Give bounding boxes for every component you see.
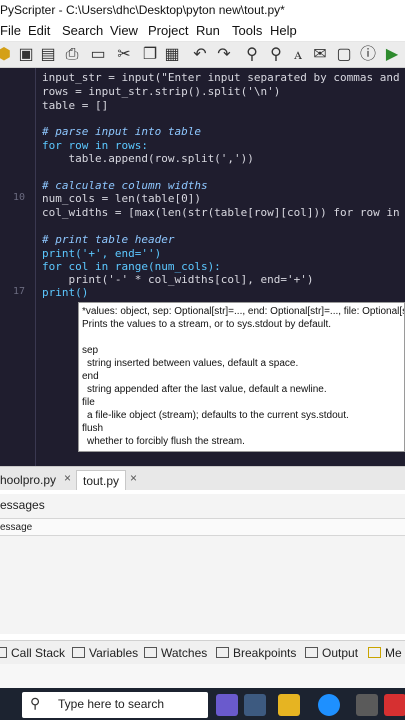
hint-param-desc: a file-like object (stream); defaults to… xyxy=(87,410,349,421)
code-line: table = [] xyxy=(42,99,109,112)
menu-bar: File Edit Search View Project Run Tools … xyxy=(0,20,405,42)
code-line: input_str = input("Enter input separated… xyxy=(42,71,405,84)
menu-edit[interactable]: Edit xyxy=(28,20,50,42)
save-icon[interactable]: ▣ xyxy=(16,45,36,65)
line-number: 17 xyxy=(12,286,25,297)
tab-variables[interactable]: Variables xyxy=(72,644,138,662)
edge-icon[interactable] xyxy=(318,694,340,716)
app-icon[interactable] xyxy=(216,694,238,716)
cut-icon[interactable]: ✂ xyxy=(114,45,134,65)
close-tab-icon[interactable]: × xyxy=(130,471,137,485)
output-icon xyxy=(305,647,318,658)
undo-icon[interactable]: ↶ xyxy=(190,45,210,65)
line-gutter: 10 17 xyxy=(0,68,36,466)
menu-project[interactable]: Project xyxy=(148,20,188,42)
windows-taskbar: ⚲ Type here to search xyxy=(0,688,405,720)
search-placeholder: Type here to search xyxy=(58,697,165,711)
close-tab-icon[interactable]: × xyxy=(64,471,71,485)
print-icon[interactable]: ⎙ xyxy=(62,45,82,65)
hint-param-desc: string inserted between values, default … xyxy=(87,358,299,369)
messages-column-header[interactable]: essage xyxy=(0,518,405,536)
menu-run[interactable]: Run xyxy=(196,20,220,42)
code-line: num_cols = len(table[0]) xyxy=(42,192,201,205)
menu-file[interactable]: File xyxy=(0,20,21,42)
tab-watches[interactable]: Watches xyxy=(144,644,207,662)
line-number: 10 xyxy=(12,192,25,203)
signature-hint-popup: *values: object, sep: Optional[str]=...,… xyxy=(78,302,405,452)
hint-signature: *values: object, sep: Optional[str]=...,… xyxy=(82,306,405,317)
menu-search[interactable]: Search xyxy=(62,20,103,42)
tab-call-stack[interactable]: Call Stack xyxy=(0,644,65,662)
bookmark-icon[interactable]: ✉ xyxy=(310,45,330,65)
code-line: print('-' * col_widths[col], end='+') xyxy=(42,273,314,286)
hint-param-desc: string appended after the last value, de… xyxy=(87,384,327,395)
menu-help[interactable]: Help xyxy=(270,20,297,42)
messages-icon xyxy=(368,647,381,658)
window-title: PyScripter - C:\Users\dhc\Desktop\pyton … xyxy=(0,0,405,20)
variables-icon xyxy=(72,647,85,658)
replace-icon[interactable]: ꭺ xyxy=(288,45,308,65)
search-icon: ⚲ xyxy=(30,695,41,711)
menu-tools[interactable]: Tools xyxy=(232,20,262,42)
copy-icon[interactable]: ❐ xyxy=(140,45,160,65)
code-line: for col in range(num_cols): xyxy=(42,260,221,273)
hint-param-desc: whether to forcibly flush the stream. xyxy=(87,436,245,447)
run-icon[interactable]: ▢ xyxy=(334,45,354,65)
tab-output[interactable]: Output xyxy=(305,644,358,662)
tab-breakpoints[interactable]: Breakpoints xyxy=(216,644,296,662)
app-icon[interactable] xyxy=(356,694,378,716)
pyscripter-taskbar-icon[interactable] xyxy=(244,694,266,716)
messages-title: essages xyxy=(0,498,45,512)
hint-summary: Prints the values to a stream, or to sys… xyxy=(82,319,332,330)
code-line: print('+', end='') xyxy=(42,247,162,260)
info-icon[interactable]: ⓘ xyxy=(358,45,378,65)
file-explorer-icon[interactable] xyxy=(278,694,300,716)
python-icon[interactable]: ⬢ xyxy=(0,45,14,65)
watches-icon xyxy=(144,647,157,658)
tab-messages[interactable]: Me xyxy=(368,644,402,662)
code-line: # print table header xyxy=(42,233,175,246)
paste-icon[interactable]: ▦ xyxy=(162,45,182,65)
hint-param-name: flush xyxy=(82,423,104,434)
print-preview-icon[interactable]: ▭ xyxy=(88,45,108,65)
bottom-tab-bar: Call Stack Variables Watches Breakpoints… xyxy=(0,640,405,664)
redo-icon[interactable]: ↷ xyxy=(214,45,234,65)
hint-param-name: file xyxy=(82,397,95,408)
app-icon[interactable] xyxy=(384,694,405,716)
menu-view[interactable]: View xyxy=(110,20,138,42)
play-icon[interactable]: ▶ xyxy=(382,45,402,65)
code-line: # parse input into table xyxy=(42,125,201,138)
code-line: for row in rows: xyxy=(42,139,148,152)
code-line: # calculate column widths xyxy=(42,179,208,192)
find-icon[interactable]: ⚲ xyxy=(242,45,262,65)
save-all-icon[interactable]: ▤ xyxy=(38,45,58,65)
hint-param-name: end xyxy=(82,371,99,382)
status-area xyxy=(0,664,405,688)
tab-tout[interactable]: tout.py xyxy=(76,470,127,490)
call-stack-icon xyxy=(0,647,7,658)
code-line: col_widths = [max(len(str(table[row][col… xyxy=(42,206,405,219)
code-line: rows = input_str.strip().split('\n') xyxy=(42,85,281,98)
tab-hoolpro[interactable]: hoolpro.py xyxy=(0,470,62,490)
code-line: table.append(row.split(',')) xyxy=(42,152,254,165)
hint-param-name: sep xyxy=(82,345,99,356)
code-line: print() xyxy=(42,286,89,299)
find-next-icon[interactable]: ⚲ xyxy=(266,45,286,65)
breakpoints-icon xyxy=(216,647,229,658)
editor-tabs: hoolpro.py × tout.py × xyxy=(0,466,405,490)
toolbar: ⬢ ▣ ▤ ⎙ ▭ ✂ ❐ ▦ ↶ ↷ ⚲ ⚲ ꭺ ✉ ▢ ⓘ ▶ xyxy=(0,42,405,68)
taskbar-search-box[interactable]: ⚲ Type here to search xyxy=(22,692,208,718)
messages-panel: essages essage xyxy=(0,494,405,634)
